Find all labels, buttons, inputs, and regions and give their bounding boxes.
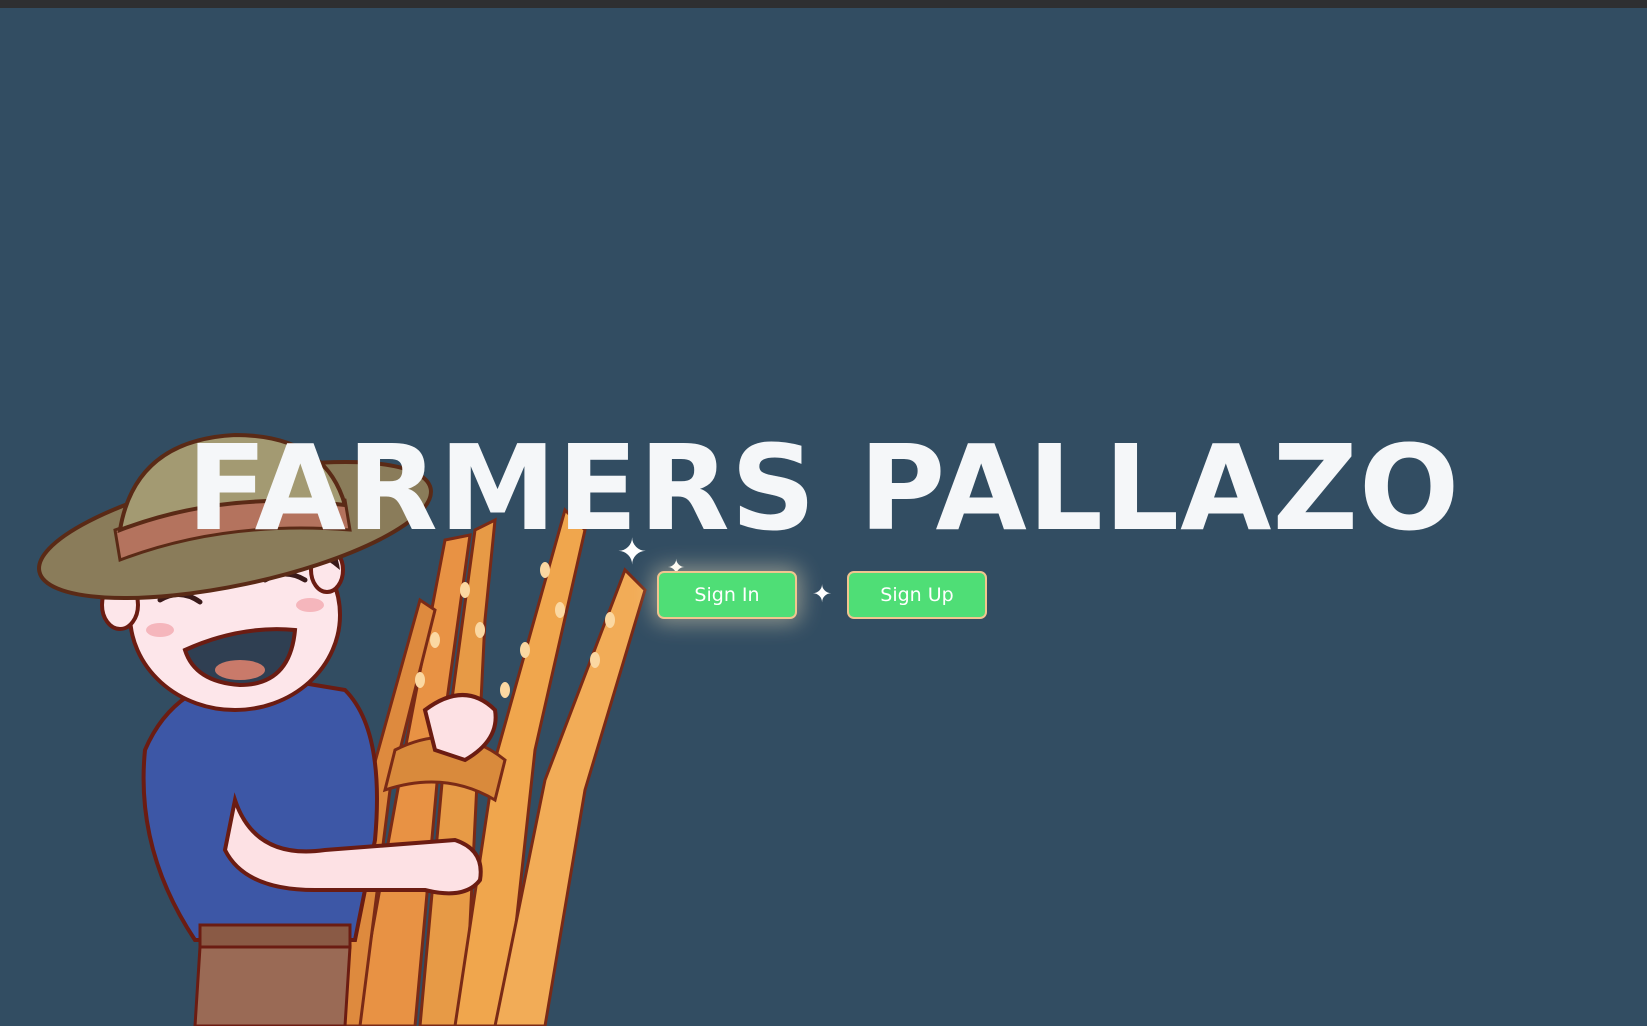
sparkle-icon: ✦ xyxy=(617,532,648,573)
sign-up-button[interactable]: Sign Up xyxy=(847,571,987,619)
sign-in-button[interactable]: Sign In xyxy=(657,571,797,619)
sparkle-icon: ✦ xyxy=(812,580,833,608)
browser-top-bar xyxy=(0,0,1647,8)
page-title: FARMERS PALLAZO xyxy=(186,419,1461,557)
